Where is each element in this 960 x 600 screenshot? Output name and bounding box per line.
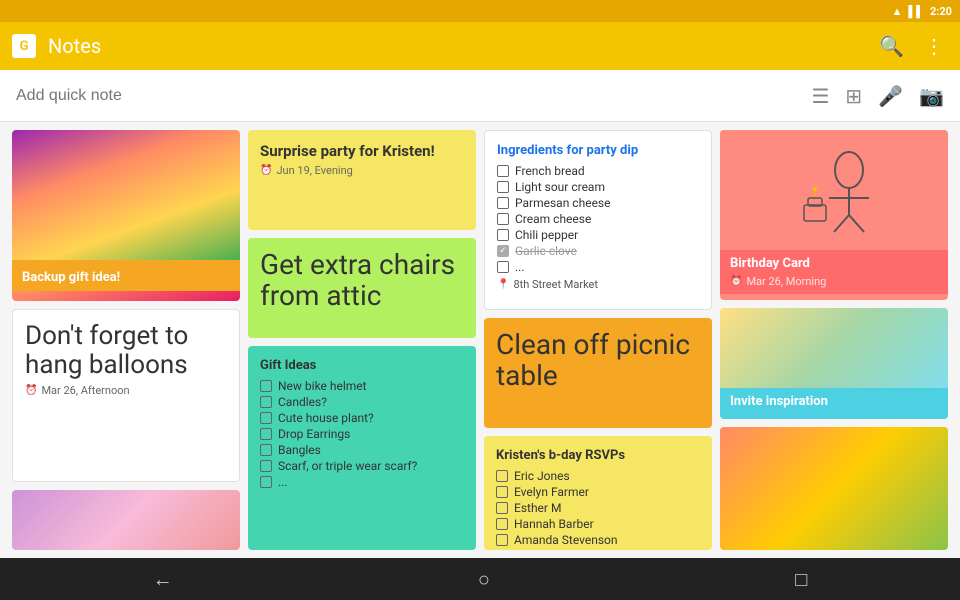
note-birthday-img-bottom[interactable] [12, 490, 240, 550]
list-item: Chili pepper [497, 228, 699, 242]
note-invite-inspiration[interactable]: Invite inspiration [720, 308, 948, 419]
home-button[interactable]: ○ [478, 567, 490, 592]
wifi-icon: ▲ [891, 5, 902, 18]
clean-picnic-text: Clean off picnic table [496, 330, 700, 392]
list-item: Esther M [496, 501, 700, 515]
app-title: Notes [48, 34, 863, 58]
list-item: Candles? [260, 395, 464, 409]
back-button[interactable]: ← [153, 567, 173, 592]
birthday-drawing [794, 140, 874, 240]
list-item: Bangles [260, 443, 464, 457]
status-bar: ▲ ▌▌ 2:20 [0, 0, 960, 22]
more-options-icon[interactable]: ⋮ [920, 30, 948, 62]
balloons-text: Don't forget to hang balloons [25, 322, 227, 379]
notes-column-3: Ingredients for party dip French bread L… [480, 130, 716, 550]
surprise-party-date: Jun 19, Evening [260, 164, 464, 177]
ingredients-location: 8th Street Market [497, 278, 699, 291]
toolbar-tools: ☰ ⊞ 🎤 📷 [811, 84, 944, 108]
top-bar: G Notes 🔍 ⋮ [0, 22, 960, 70]
note-flowers[interactable]: Backup gift idea! [12, 130, 240, 301]
list-item: Parmesan cheese [497, 196, 699, 210]
note-rsvps[interactable]: Kristen's b-day RSVPs Eric Jones Evelyn … [484, 436, 712, 550]
note-clean-picnic[interactable]: Clean off picnic table [484, 318, 712, 428]
time: 2:20 [930, 5, 952, 18]
notes-column-1: Backup gift idea! Don't forget to hang b… [8, 130, 244, 550]
ingredients-list: French bread Light sour cream Parmesan c… [497, 164, 699, 274]
notes-column-4: Birthday Card Mar 26, Morning Invite ins… [716, 130, 952, 550]
list-item: ... [497, 260, 699, 274]
surprise-party-title: Surprise party for Kristen! [260, 142, 464, 160]
list-item: Cute house plant? [260, 411, 464, 425]
list-item: Drop Earrings [260, 427, 464, 441]
list-item: Cream cheese [497, 212, 699, 226]
quick-note-bar: ☰ ⊞ 🎤 📷 [0, 70, 960, 122]
notes-grid: Backup gift idea! Don't forget to hang b… [0, 122, 960, 558]
note-ingredients[interactable]: Ingredients for party dip French bread L… [484, 130, 712, 310]
list-item: French bread [497, 164, 699, 178]
list-item: New bike helmet [260, 379, 464, 393]
mic-icon[interactable]: 🎤 [878, 84, 903, 108]
rsvps-list: Eric Jones Evelyn Farmer Esther M Hannah… [496, 469, 700, 547]
list-item: Garlic clove [497, 244, 699, 258]
birthday-card-date: Mar 26, Morning [730, 275, 938, 288]
recent-apps-button[interactable]: □ [795, 567, 807, 592]
search-icon[interactable]: 🔍 [875, 30, 908, 62]
ingredients-title: Ingredients for party dip [497, 143, 699, 158]
list-item: Eric Jones [496, 469, 700, 483]
gift-ideas-list: New bike helmet Candles? Cute house plan… [260, 379, 464, 489]
grid-view-icon[interactable]: ⊞ [845, 84, 862, 108]
signal-icon: ▌▌ [908, 5, 924, 18]
flowers-label: Backup gift idea! [22, 270, 120, 285]
list-item: Hannah Barber [496, 517, 700, 531]
get-chairs-text: Get extra chairs from attic [260, 250, 464, 312]
list-item: Evelyn Farmer [496, 485, 700, 499]
note-food-photo[interactable] [720, 427, 948, 550]
list-item: Light sour cream [497, 180, 699, 194]
invite-inspiration-title: Invite inspiration [730, 394, 938, 409]
note-surprise-party[interactable]: Surprise party for Kristen! Jun 19, Even… [248, 130, 476, 230]
quick-note-input[interactable] [16, 87, 799, 105]
notes-column-2: Surprise party for Kristen! Jun 19, Even… [244, 130, 480, 550]
bottom-nav: ← ○ □ [0, 558, 960, 600]
note-get-chairs[interactable]: Get extra chairs from attic [248, 238, 476, 338]
birthday-card-title: Birthday Card [730, 256, 938, 271]
gift-ideas-title: Gift Ideas [260, 358, 464, 373]
note-gift-ideas[interactable]: Gift Ideas New bike helmet Candles? Cute… [248, 346, 476, 550]
list-view-icon[interactable]: ☰ [811, 84, 829, 108]
list-item: Amanda Stevenson [496, 533, 700, 547]
note-birthday-card[interactable]: Birthday Card Mar 26, Morning [720, 130, 948, 300]
list-item: Scarf, or triple wear scarf? [260, 459, 464, 473]
logo-text: G [20, 39, 29, 54]
list-item: ... [260, 475, 464, 489]
note-balloons[interactable]: Don't forget to hang balloons Mar 26, Af… [12, 309, 240, 482]
rsvps-title: Kristen's b-day RSVPs [496, 448, 700, 463]
camera-icon[interactable]: 📷 [919, 84, 944, 108]
balloons-date: Mar 26, Afternoon [25, 384, 227, 397]
app-logo: G [12, 34, 36, 58]
